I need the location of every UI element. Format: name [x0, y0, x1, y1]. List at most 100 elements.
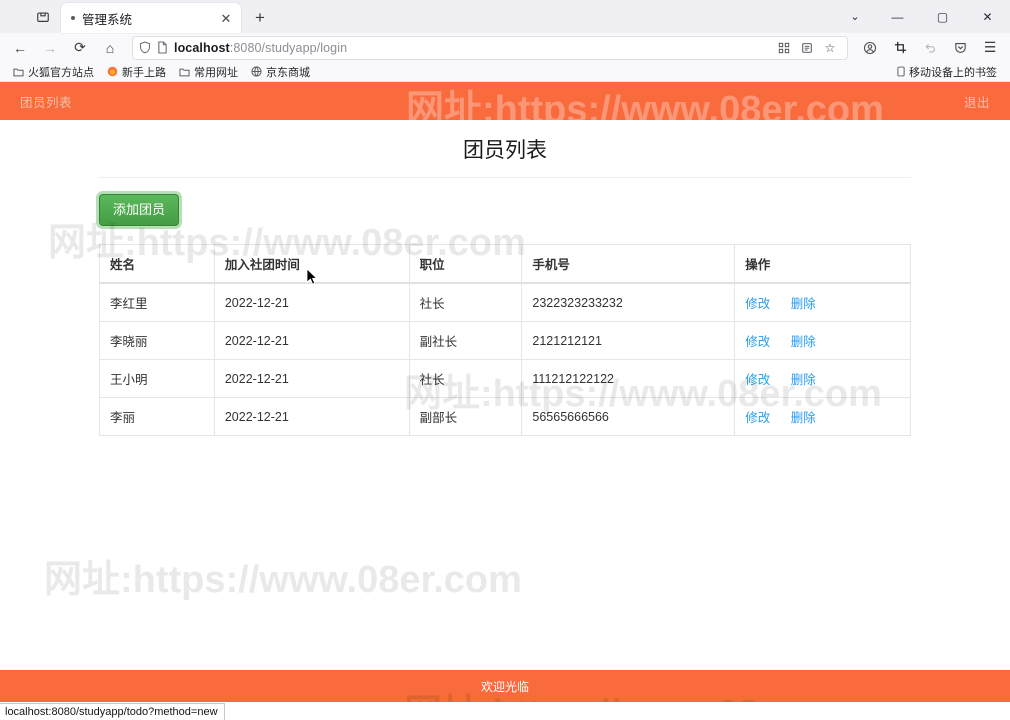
table-header: 姓名 加入社团时间 职位 手机号 操作 [99, 244, 911, 285]
maximize-icon[interactable]: ▢ [920, 0, 965, 33]
bookmark-label: 京东商城 [266, 66, 310, 79]
globe-icon [251, 66, 262, 77]
table-row: 李丽 2022-12-21 副部长 56565666566 修改 删除 [99, 397, 911, 437]
chevron-down-icon[interactable]: ⌄ [835, 0, 875, 33]
mouse-cursor [306, 268, 318, 291]
mobile-icon [897, 66, 905, 77]
delete-link[interactable]: 删除 [791, 297, 816, 311]
new-tab-button[interactable]: + [247, 4, 273, 30]
logout-link[interactable]: 退出 [964, 92, 1010, 111]
bookmark-item[interactable]: 京东商城 [246, 63, 315, 81]
edit-link[interactable]: 修改 [745, 335, 770, 349]
watermark-text: 网址:https://www.08er.com [44, 559, 522, 601]
delete-link[interactable]: 删除 [791, 373, 816, 387]
address-bar[interactable]: localhost:8080/studyapp/login ☆ [132, 35, 848, 60]
close-icon[interactable]: ✕ [217, 9, 235, 27]
window-controls: ⌄ — ▢ ✕ [835, 0, 1010, 33]
member-table: 姓名 加入社团时间 职位 手机号 操作 李红里 2022-12-21 社长 23… [99, 244, 911, 437]
navigation-toolbar: ← → ⟳ ⌂ localhost:8080/studyapp/login ☆ … [0, 33, 1010, 62]
minimize-icon[interactable]: — [875, 0, 920, 33]
delete-link[interactable]: 删除 [791, 411, 816, 425]
cell-actions: 修改 删除 [734, 397, 911, 437]
edit-link[interactable]: 修改 [745, 411, 770, 425]
bookmark-item[interactable]: 新手上路 [102, 63, 171, 81]
cell-position: 社长 [408, 282, 523, 323]
page-content: 添加团员 姓名 加入社团时间 职位 手机号 操作 李红里 2022-12-21 … [99, 178, 911, 437]
navbar-brand[interactable]: 团员列表 [0, 92, 72, 111]
app-navbar: 团员列表 退出 [0, 82, 1010, 120]
url-text: localhost:8080/studyapp/login [174, 41, 347, 55]
pocket-icon[interactable] [946, 35, 974, 60]
browser-tab[interactable]: 管理系统 ✕ [61, 3, 241, 33]
table-body: 李红里 2022-12-21 社长 2322323233232 修改 删除 李晓… [99, 282, 911, 437]
browser-window: 管理系统 ✕ + ⌄ — ▢ ✕ ← → ⟳ ⌂ localhost:8080/… [0, 0, 1010, 720]
page-viewport: 团员列表 退出 团员列表 添加团员 姓名 加入社团时间 职位 手机号 操作 李红… [0, 82, 1010, 702]
app-menu-icon[interactable]: ☰ [976, 35, 1004, 60]
screenshot-crop-icon[interactable] [886, 35, 914, 60]
column-header-actions: 操作 [734, 244, 911, 285]
url-path: :8080/studyapp/login [229, 40, 348, 55]
cell-actions: 修改 删除 [734, 282, 911, 323]
firefox-icon [107, 66, 118, 77]
back-icon[interactable]: ← [6, 35, 34, 60]
footer-text: 欢迎光临 [480, 679, 529, 694]
list-all-tabs-icon[interactable] [28, 3, 58, 30]
forward-icon[interactable]: → [36, 35, 64, 60]
cell-name: 李红里 [99, 282, 215, 323]
reader-view-icon[interactable] [796, 37, 818, 59]
cell-name: 李丽 [99, 397, 215, 437]
tab-strip: 管理系统 ✕ + ⌄ — ▢ ✕ [0, 0, 1010, 33]
cell-join-date: 2022-12-21 [213, 397, 410, 437]
bookmark-star-icon[interactable]: ☆ [819, 37, 841, 59]
cell-phone: 56565666566 [521, 397, 736, 437]
account-icon[interactable] [856, 35, 884, 60]
tab-title: 管理系统 [82, 12, 133, 27]
mobile-bookmarks-item[interactable]: 移动设备上的书签 [892, 63, 1002, 81]
cell-actions: 修改 删除 [734, 321, 911, 361]
page-title: 团员列表 [463, 139, 547, 162]
cell-join-date: 2022-12-21 [213, 359, 410, 399]
bookmark-item[interactable]: 火狐官方站点 [8, 63, 99, 81]
address-bar-icons: ☆ [773, 37, 841, 59]
cell-phone: 2121212121 [521, 321, 736, 361]
column-header-name: 姓名 [99, 244, 215, 285]
cell-name: 李晓丽 [99, 321, 215, 361]
cell-actions: 修改 删除 [734, 359, 911, 399]
url-host: localhost [174, 40, 230, 55]
undo-icon[interactable] [916, 35, 944, 60]
edit-link[interactable]: 修改 [745, 373, 770, 387]
home-icon[interactable]: ⌂ [96, 35, 124, 60]
cell-position: 副社长 [408, 321, 523, 361]
shield-icon [139, 41, 151, 54]
bookmark-label: 火狐官方站点 [28, 66, 94, 79]
bookmark-label: 新手上路 [122, 66, 166, 79]
cell-name: 王小明 [99, 359, 215, 399]
folder-icon [179, 67, 190, 77]
folder-icon [13, 67, 24, 77]
tab-loading-dot-icon [71, 16, 75, 20]
add-member-button[interactable]: 添加团员 [99, 194, 180, 227]
mobile-bookmarks-label: 移动设备上的书签 [909, 66, 997, 79]
cell-phone: 2322323233232 [521, 282, 736, 323]
bookmarks-bar: 火狐官方站点 新手上路 常用网址 京东商城 移动设备上的书签 [0, 62, 1010, 82]
delete-link[interactable]: 删除 [791, 335, 816, 349]
table-header-row: 姓名 加入社团时间 职位 手机号 操作 [99, 244, 911, 285]
column-header-phone: 手机号 [521, 244, 736, 285]
cell-position: 副部长 [408, 397, 523, 437]
window-close-icon[interactable]: ✕ [965, 0, 1010, 33]
cell-join-date: 2022-12-21 [213, 321, 410, 361]
cell-position: 社长 [408, 359, 523, 399]
bookmark-item[interactable]: 常用网址 [174, 63, 243, 81]
cell-phone: 111212122122 [521, 359, 736, 399]
edit-link[interactable]: 修改 [745, 297, 770, 311]
page-footer: 欢迎光临 [0, 670, 1010, 702]
link-status-bar: localhost:8080/studyapp/todo?method=new [0, 703, 225, 720]
table-row: 李晓丽 2022-12-21 副社长 2121212121 修改 删除 [99, 321, 911, 361]
table-row: 李红里 2022-12-21 社长 2322323233232 修改 删除 [99, 282, 911, 323]
bookmark-label: 常用网址 [194, 66, 238, 79]
column-header-position: 职位 [408, 244, 523, 285]
reload-icon[interactable]: ⟳ [66, 35, 94, 60]
table-row: 王小明 2022-12-21 社长 111212122122 修改 删除 [99, 359, 911, 399]
extensions-icon[interactable] [773, 37, 795, 59]
page-icon [157, 41, 168, 54]
